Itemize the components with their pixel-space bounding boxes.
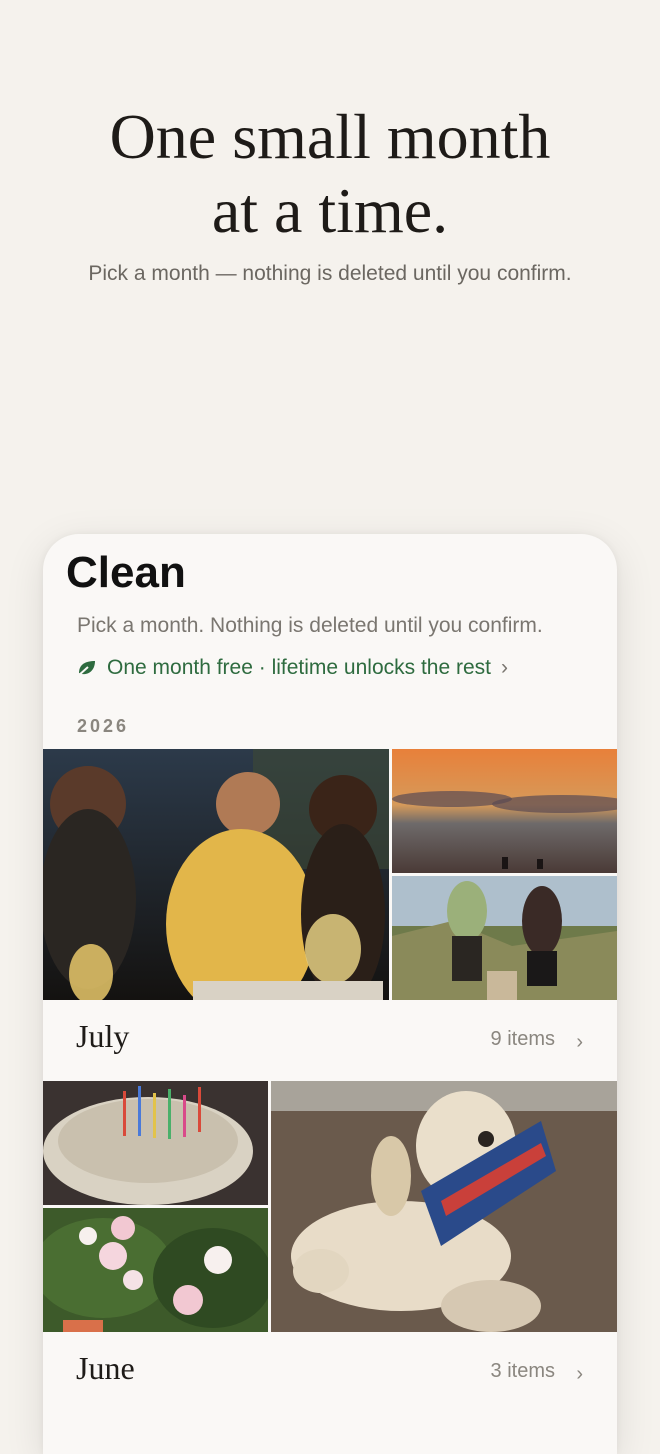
- photo-sunset-beach[interactable]: [392, 749, 617, 873]
- month-name: June: [76, 1350, 135, 1386]
- photo-puppy[interactable]: [271, 1081, 617, 1332]
- promo-link[interactable]: One month free · lifetime unlocks the re…: [77, 656, 508, 680]
- photo-birthday-cake[interactable]: [43, 1081, 268, 1205]
- month-row-july[interactable]: July 9 items ›: [43, 1000, 617, 1080]
- photo-friends-dinner[interactable]: [43, 749, 389, 1000]
- month-item-count: 9 items: [490, 1028, 555, 1050]
- chevron-right-icon: ›: [576, 1363, 583, 1385]
- month-grid-july[interactable]: [43, 749, 617, 1000]
- app-screen: Clean Pick a month. Nothing is deleted u…: [43, 534, 617, 1454]
- month-item-count: 3 items: [490, 1360, 555, 1382]
- photo-peonies[interactable]: [43, 1208, 268, 1332]
- hero-title: One small month at a time.: [0, 100, 660, 248]
- app-subtitle: Pick a month. Nothing is deleted until y…: [77, 614, 543, 637]
- leaf-icon: [77, 659, 97, 677]
- app-title: Clean: [66, 548, 186, 597]
- hero-title-line-2: at a time.: [211, 175, 449, 246]
- photo-hiking-couple[interactable]: [392, 876, 617, 1000]
- month-grid-june[interactable]: [43, 1081, 617, 1332]
- month-row-june[interactable]: June 3 items ›: [43, 1332, 617, 1412]
- chevron-right-icon: ›: [576, 1031, 583, 1053]
- hero-subtitle: Pick a month — nothing is deleted until …: [88, 262, 572, 285]
- chevron-right-icon: ›: [501, 656, 508, 679]
- year-header: 2026: [77, 716, 130, 736]
- month-name: July: [76, 1018, 130, 1054]
- hero-title-line-1: One small month: [109, 101, 551, 172]
- promo-text: One month free · lifetime unlocks the re…: [107, 656, 491, 679]
